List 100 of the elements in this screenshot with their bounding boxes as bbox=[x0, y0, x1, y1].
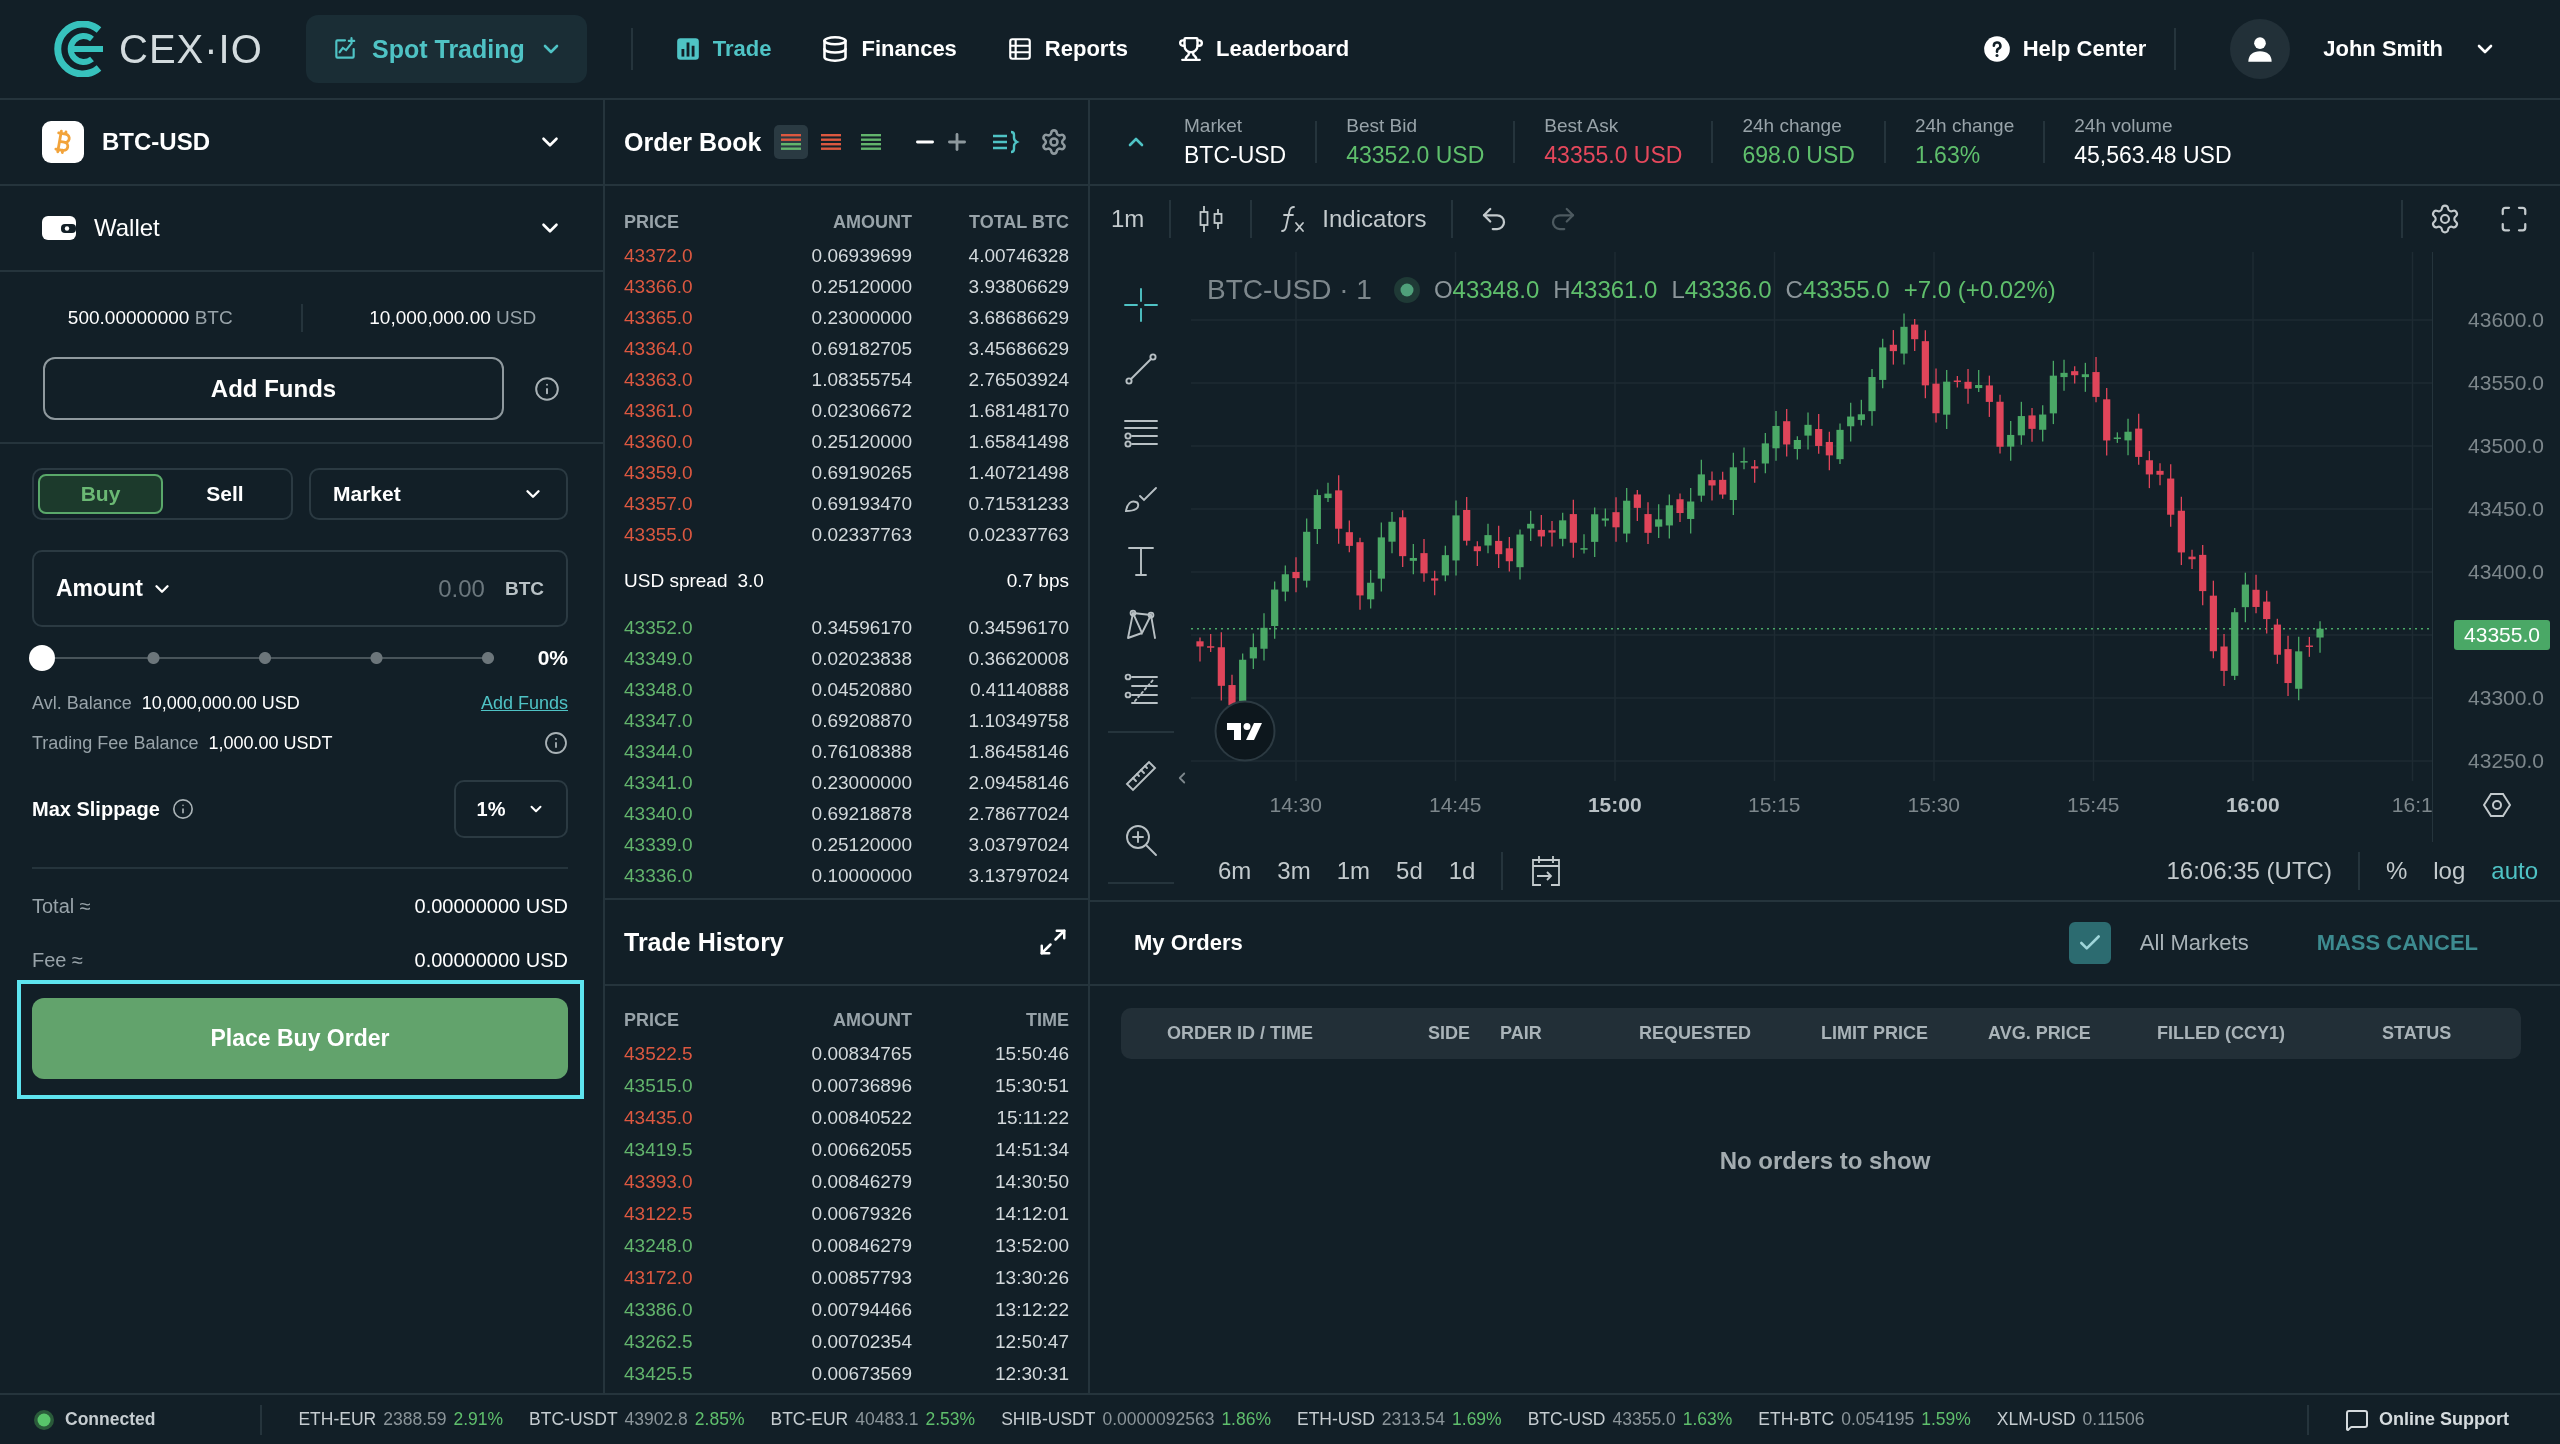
price-cell-text: 43366.0 bbox=[624, 275, 694, 298]
total-cell-text: 3.45686629 bbox=[967, 337, 1069, 360]
online-support-button[interactable]: Online Support bbox=[2345, 1407, 2509, 1432]
add-funds-button[interactable]: Add Funds bbox=[43, 357, 504, 420]
range-button[interactable]: 5d bbox=[1396, 857, 1423, 885]
amount-cell-text: 0.69193470 bbox=[810, 492, 912, 515]
amount-cell-text: 0.06939699 bbox=[810, 244, 912, 267]
empty-message: No orders to show bbox=[1719, 1147, 1931, 1174]
price-cell-text: 43347.0 bbox=[624, 709, 694, 732]
wallet-selector[interactable]: Wallet bbox=[0, 186, 603, 272]
amount-cell-text: 0.00673569 bbox=[810, 1363, 912, 1385]
scale-button[interactable]: % bbox=[2385, 857, 2408, 885]
stat-value: 1.63% bbox=[1914, 142, 1982, 169]
amount-cell-text: 0.02023838 bbox=[810, 647, 912, 670]
ticker-price: 43355.0 bbox=[1612, 1409, 1676, 1430]
total-cell-text: 3.03797024 bbox=[967, 833, 1069, 856]
total-cell-text: 1.68148170 bbox=[967, 399, 1069, 422]
chart-icon bbox=[332, 36, 358, 62]
ticker-change: 2.53% bbox=[925, 1409, 976, 1430]
side-tab[interactable]: Buy bbox=[38, 474, 163, 514]
price-cell-text: 43122.5 bbox=[624, 1203, 694, 1225]
ticker-price: 0.11506 bbox=[2082, 1409, 2145, 1430]
price-tick: 43600.0 bbox=[2468, 307, 2544, 333]
help-center-link[interactable]: Help Center bbox=[1982, 35, 2147, 63]
time-tick: 14:45 bbox=[1428, 793, 1482, 818]
amount-cell-text: 0.10000000 bbox=[810, 864, 912, 887]
fullscreen-icon[interactable] bbox=[2499, 204, 2529, 234]
add-funds-link[interactable]: Add Funds bbox=[480, 692, 568, 714]
panel-title: Trade History bbox=[624, 927, 784, 957]
scale-button[interactable]: auto bbox=[2491, 857, 2538, 885]
info-icon[interactable] bbox=[534, 375, 560, 402]
amount-mode-dropdown[interactable]: Amount bbox=[56, 575, 173, 602]
price-cell-text: 43435.0 bbox=[624, 1107, 694, 1129]
price-tick: 43450.0 bbox=[2468, 496, 2544, 522]
total-cell-text: 4.00746328 bbox=[967, 244, 1069, 267]
balance-amount: 500.00000000 BTC bbox=[67, 307, 233, 329]
stat-label: Best Bid bbox=[1346, 115, 1418, 137]
price-tick: 43300.0 bbox=[2468, 685, 2544, 711]
forecast-lines-icon[interactable] bbox=[1122, 671, 1159, 707]
ticker-price: 0.054195 bbox=[1841, 1409, 1915, 1430]
user-menu[interactable]: John Smith bbox=[2323, 36, 2497, 62]
amount-cell-text: 0.25120000 bbox=[810, 275, 912, 298]
nav-tab[interactable]: Finances bbox=[821, 35, 957, 63]
info-icon[interactable] bbox=[171, 798, 194, 820]
total-cell-text: 1.40721498 bbox=[967, 461, 1069, 484]
all-markets-checkbox[interactable] bbox=[2068, 922, 2111, 964]
column-header: PAIR bbox=[1500, 1023, 1543, 1044]
ticker-price: 40483.1 bbox=[855, 1409, 919, 1430]
stat-value: 43355.0 USD bbox=[1544, 142, 1683, 169]
stat-label: 24h change bbox=[1914, 115, 2015, 137]
expand-icon[interactable] bbox=[1038, 927, 1068, 957]
product-switcher[interactable]: Spot Trading bbox=[306, 15, 587, 83]
slider-thumb[interactable] bbox=[29, 645, 55, 671]
nav-tab[interactable]: Leaderboard bbox=[1178, 36, 1350, 62]
mass-cancel-button[interactable]: MASS CANCEL bbox=[2316, 930, 2478, 956]
amount-cell-text: 0.25120000 bbox=[810, 833, 912, 856]
grouping-icon[interactable] bbox=[992, 130, 1020, 154]
range-button[interactable]: 6m bbox=[1218, 857, 1252, 885]
price-tick: 43400.0 bbox=[2468, 559, 2544, 585]
trophy-icon bbox=[1178, 36, 1204, 62]
range-button[interactable]: 1m bbox=[1336, 857, 1371, 885]
slippage-dropdown[interactable]: 1% bbox=[454, 780, 568, 838]
nav-tab[interactable]: Trade bbox=[674, 36, 772, 62]
view-toggle[interactable] bbox=[774, 125, 808, 159]
range-button[interactable]: 3m bbox=[1277, 857, 1311, 885]
settings-icon[interactable] bbox=[1040, 128, 1068, 156]
currency-label: BTC bbox=[504, 577, 544, 600]
amount-cell-text: 0.00846279 bbox=[810, 1171, 912, 1193]
interval-button[interactable]: 1m bbox=[1111, 205, 1145, 233]
ticker-pair: SHIB-USDT bbox=[1001, 1409, 1096, 1430]
order-type-dropdown[interactable]: Market bbox=[309, 468, 568, 520]
amount-cell-text: 0.02337763 bbox=[810, 523, 912, 546]
amount-field[interactable]: Amount 0.00 BTC bbox=[32, 550, 568, 627]
crosshair-icon[interactable] bbox=[1122, 287, 1159, 323]
pair-selector[interactable]: BTC-USD bbox=[0, 100, 603, 186]
ticker-change: 1.86% bbox=[1221, 1409, 1271, 1430]
amount-cell-text: 0.69182705 bbox=[810, 337, 912, 360]
price-cell-text: 43339.0 bbox=[624, 833, 694, 856]
side-tab[interactable]: Sell bbox=[163, 474, 287, 514]
bar-chart-icon bbox=[674, 36, 701, 62]
settings-icon[interactable] bbox=[2482, 791, 2511, 819]
spread-value: 3.0 bbox=[737, 570, 764, 592]
amount-cell-text: 0.00702354 bbox=[810, 1331, 912, 1353]
column-header: PRICE bbox=[624, 1009, 680, 1031]
range-button[interactable]: 1d bbox=[1448, 857, 1476, 885]
scale-button[interactable]: log bbox=[2433, 857, 2466, 885]
stat-value: 43352.0 USD bbox=[1346, 142, 1485, 169]
time-cell-text: 15:30:51 bbox=[994, 1075, 1069, 1097]
slippage-label: Max Slippage bbox=[32, 797, 160, 821]
indicators-button[interactable]: Indicators bbox=[1278, 204, 1427, 234]
total-cell-text: 0.71531233 bbox=[967, 492, 1069, 515]
nav-tab[interactable]: Reports bbox=[1006, 36, 1128, 62]
total-cell-text: 3.68686629 bbox=[967, 306, 1069, 329]
time-tick: 16:1 bbox=[2391, 793, 2433, 818]
settings-icon[interactable] bbox=[2429, 203, 2461, 235]
time-tick: 16:00 bbox=[2225, 793, 2280, 818]
ticker-price: 2313.54 bbox=[1381, 1409, 1446, 1430]
ticker-price: 2388.59 bbox=[383, 1409, 447, 1430]
info-icon[interactable] bbox=[544, 731, 568, 755]
total-cell-text: 3.13797024 bbox=[967, 864, 1069, 887]
